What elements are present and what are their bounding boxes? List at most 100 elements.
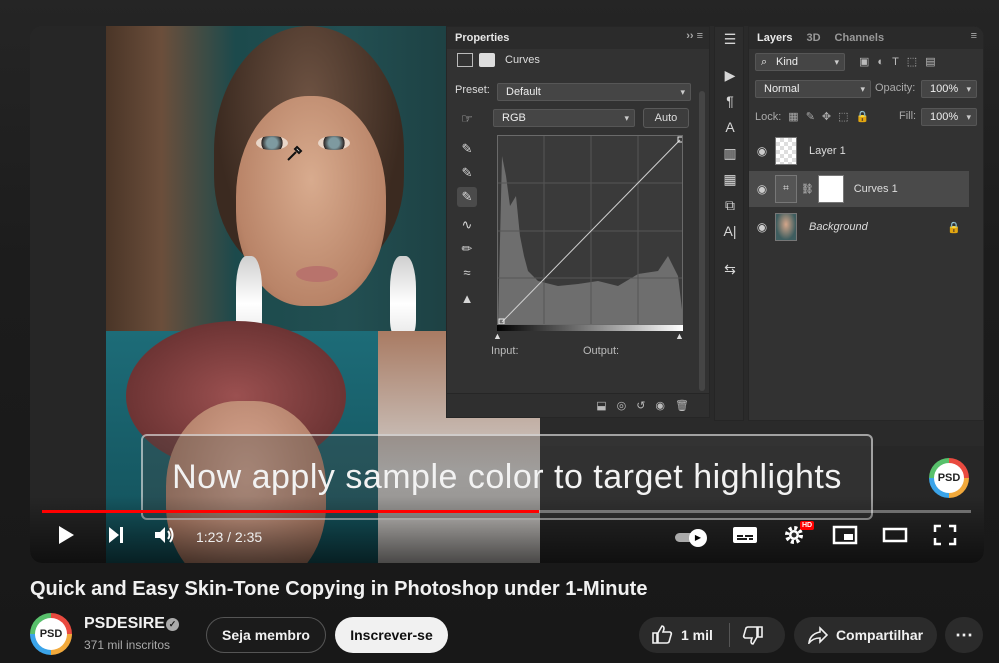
black-slider-handle[interactable]: ▲	[493, 331, 502, 341]
opacity-label: Opacity:	[875, 82, 916, 94]
adjustment-name: Curves	[505, 54, 540, 66]
play-button[interactable]	[52, 524, 80, 552]
channel-dropdown[interactable]: RGB ▾	[493, 109, 635, 127]
mask-icon	[479, 53, 495, 67]
curves-graph[interactable]	[497, 135, 683, 325]
histogram-icon[interactable]: ▥	[720, 143, 740, 163]
channel-avatar[interactable]: PSD	[30, 613, 72, 655]
properties-panel: Properties ›› ≡ Curves Preset: Default ▾ …	[446, 26, 710, 418]
panel-menu-icon[interactable]: ›› ≡	[686, 30, 703, 42]
video-player[interactable]: Properties ›› ≡ Curves Preset: Default ▾ …	[30, 26, 984, 563]
autoplay-toggle[interactable]: ▶	[675, 529, 711, 547]
output-gradient-bar	[497, 325, 683, 331]
adjustments-icon[interactable]: ☰	[720, 29, 740, 49]
join-button[interactable]: Seja membro	[206, 617, 326, 653]
miniplayer-icon	[832, 525, 858, 545]
channel-watermark[interactable]: PSD	[929, 458, 969, 498]
layer-item-layer-1[interactable]: ◉ Layer 1	[749, 133, 969, 169]
play-action-icon[interactable]: ▶	[720, 65, 740, 85]
properties-scrollbar[interactable]	[699, 91, 705, 391]
on-image-adjust-icon[interactable]: ☞	[457, 109, 477, 129]
adjustment-filter-icon[interactable]: ◐	[877, 56, 884, 68]
clone-source-icon[interactable]: ⧉	[720, 195, 740, 215]
lock-position-icon[interactable]: ✥	[822, 110, 831, 123]
visibility-eye-icon[interactable]: ◉	[749, 220, 775, 234]
timeline-icon[interactable]: ⇆	[720, 259, 740, 279]
chain-link-icon[interactable]: ⛓	[801, 184, 814, 195]
reset-icon[interactable]: ↺	[636, 399, 645, 412]
preset-value: Default	[506, 86, 541, 98]
curve-edit-icon[interactable]: ∿	[457, 215, 477, 235]
layer-thumbnail	[775, 213, 797, 241]
chevron-down-icon: ▾	[966, 112, 971, 122]
properties-panel-title: Properties	[455, 32, 510, 44]
gray-point-eyedropper-icon[interactable]: ✎	[457, 163, 477, 183]
lock-image-icon[interactable]: ✎	[806, 110, 815, 123]
preset-dropdown[interactable]: Default ▾	[497, 83, 691, 101]
fullscreen-button[interactable]	[930, 524, 960, 552]
more-icon: ⋯	[955, 624, 973, 645]
layer-item-background[interactable]: ◉ Background 🔒	[749, 209, 969, 245]
time-display: 1:23 / 2:35	[196, 529, 263, 545]
clipping-warning-icon[interactable]: ▲	[457, 289, 477, 309]
glyphs-icon[interactable]: ▦	[720, 169, 740, 189]
paragraph-icon[interactable]: ¶	[720, 91, 740, 111]
histogram-and-curve	[498, 136, 682, 324]
curves-adjustment-icon: ⌗	[775, 175, 797, 203]
lock-all-icon[interactable]: 🔒	[856, 110, 870, 123]
trash-icon[interactable]: 🗑	[675, 399, 689, 412]
type-filter-icon[interactable]: T	[892, 56, 899, 68]
character-icon[interactable]: A	[720, 117, 740, 137]
preset-label: Preset:	[455, 84, 490, 96]
kind-filter-value: Kind	[776, 56, 799, 68]
next-button[interactable]	[102, 524, 130, 552]
lock-transparent-icon[interactable]: ▦	[788, 110, 798, 123]
visibility-eye-icon[interactable]: ◉	[749, 144, 775, 158]
share-label: Compartilhar	[835, 627, 924, 643]
subscriber-count: 371 mil inscritos	[84, 638, 171, 652]
chevron-down-icon: ▾	[624, 113, 629, 123]
fill-field[interactable]: 100% ▾	[921, 108, 977, 126]
volume-button[interactable]	[150, 524, 178, 552]
panel-menu-icon[interactable]: ≡	[971, 30, 977, 42]
miniplayer-button[interactable]	[830, 524, 860, 552]
more-actions-button[interactable]: ⋯	[945, 617, 983, 653]
opacity-field[interactable]: 100% ▾	[921, 80, 977, 98]
blend-mode-dropdown[interactable]: Normal ▾	[755, 80, 871, 98]
pixel-filter-icon[interactable]: ▣	[859, 55, 869, 68]
view-previous-state-icon[interactable]: ◎	[617, 399, 627, 412]
white-point-eyedropper-icon[interactable]: ✎	[457, 187, 477, 207]
white-slider-handle[interactable]: ▲	[675, 331, 684, 341]
theater-mode-button[interactable]	[880, 524, 910, 552]
shape-filter-icon[interactable]: ⬚	[907, 55, 917, 68]
smooth-curve-icon[interactable]: ≈	[457, 263, 477, 283]
type-icon[interactable]: A|	[720, 221, 740, 241]
share-button[interactable]: Compartilhar	[794, 617, 937, 653]
tab-channels[interactable]: Channels	[835, 32, 885, 44]
smart-object-filter-icon[interactable]: ▤	[925, 55, 935, 68]
black-point-eyedropper-icon[interactable]: ✎	[457, 139, 477, 159]
portrait-photo-target	[106, 26, 476, 336]
tab-layers[interactable]: Layers	[757, 32, 792, 44]
subtitles-icon	[733, 527, 757, 543]
fill-value: 100%	[930, 111, 959, 123]
subscribe-button[interactable]: Inscrever-se	[335, 617, 448, 653]
progress-bar[interactable]	[42, 510, 971, 513]
auto-button[interactable]: Auto	[643, 108, 689, 128]
clip-to-layer-icon[interactable]: ⬓	[596, 399, 606, 412]
theater-mode-icon	[882, 527, 908, 543]
visibility-eye-icon[interactable]: ◉	[655, 399, 665, 412]
layer-item-curves-1[interactable]: ◉ ⌗ ⛓ Curves 1	[749, 171, 969, 207]
tab-3d[interactable]: 3D	[806, 32, 820, 44]
play-icon: ▶	[689, 529, 707, 547]
visibility-eye-icon[interactable]: ◉	[749, 182, 775, 196]
like-button[interactable]: 1 mil	[651, 625, 713, 645]
kind-filter-dropdown[interactable]: ⌕ Kind ▾	[755, 53, 845, 71]
lock-artboard-icon[interactable]: ⬚	[838, 110, 848, 123]
dislike-button[interactable]	[742, 625, 764, 645]
pencil-draw-icon[interactable]: ✏	[457, 239, 477, 259]
channel-name[interactable]: PSDESIRE	[84, 615, 165, 633]
subtitles-button[interactable]	[730, 524, 760, 552]
output-label: Output:	[583, 345, 620, 357]
panel-icon-strip: ☰ ▶ ¶ A ▥ ▦ ⧉ A| ⇆	[714, 26, 744, 421]
